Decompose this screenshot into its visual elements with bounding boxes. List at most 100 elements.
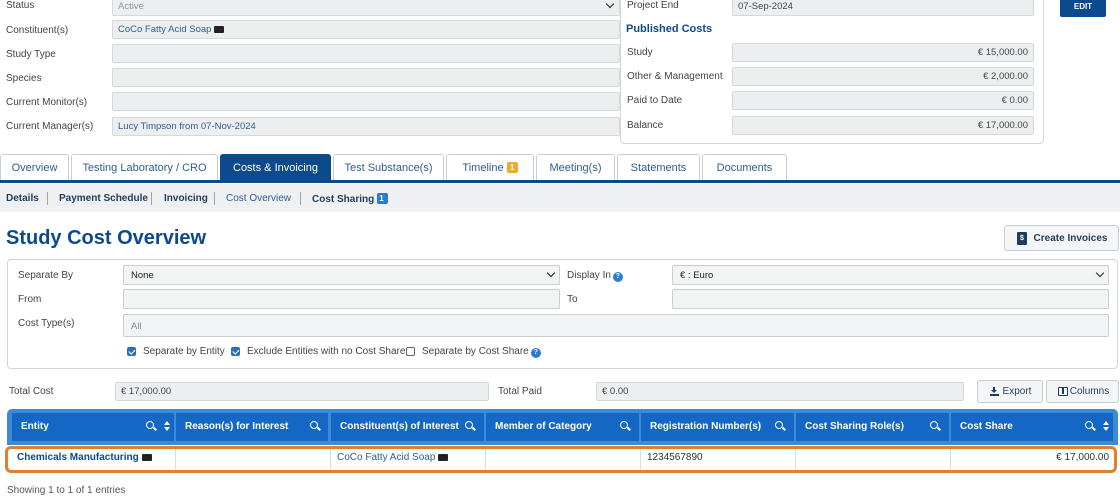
entity-link[interactable]: Chemicals Manufacturing: [17, 452, 139, 463]
column-header-label: Reason(s) for Interest: [185, 421, 289, 432]
to-label: To: [567, 294, 578, 305]
tab-label: Meeting(s): [549, 162, 602, 174]
study-type-field: [112, 44, 620, 63]
total-cost-label: Total Cost: [9, 386, 54, 397]
constituents-field[interactable]: CoCo Fatty Acid Soap: [112, 20, 620, 39]
cost-sharing-count-badge: 1: [377, 193, 389, 204]
exclude-entities-label: Exclude Entities with no Cost Share: [247, 346, 406, 357]
page-title: Study Cost Overview: [6, 227, 207, 249]
tab-meetings[interactable]: Meeting(s): [536, 154, 615, 181]
search-icon[interactable]: [310, 421, 318, 429]
constituents-value[interactable]: CoCo Fatty Acid Soap: [118, 24, 211, 35]
search-icon[interactable]: [465, 421, 473, 429]
column-divider: [485, 449, 486, 470]
tab-documents[interactable]: Documents: [702, 154, 787, 181]
tab-underline: [0, 180, 1120, 183]
column-header-constituents[interactable]: Constituent(s) of Interest: [331, 413, 484, 441]
help-icon[interactable]: ?: [530, 348, 541, 358]
separate-by-select[interactable]: None: [123, 265, 560, 285]
status-label: Status: [6, 0, 35, 11]
columns-label: Columns: [1069, 386, 1110, 397]
tab-testing-laboratory[interactable]: Testing Laboratory / CRO: [71, 154, 218, 181]
display-in-value: € : Euro: [680, 270, 714, 281]
laptop-icon: [438, 454, 449, 461]
balance-label: Balance: [627, 120, 664, 131]
tab-label: Costs & Invoicing: [233, 162, 318, 174]
sort-icon[interactable]: [1103, 421, 1109, 433]
create-invoices-button[interactable]: $ Create Invoices: [1004, 225, 1119, 251]
from-label: From: [18, 294, 42, 305]
tab-statements[interactable]: Statements: [617, 154, 700, 181]
to-date-input[interactable]: [672, 289, 1109, 309]
subnav-cost-overview[interactable]: Cost Overview: [226, 193, 291, 204]
column-header-label: Registration Number(s): [650, 421, 762, 432]
laptop-icon: [214, 26, 225, 33]
subnav-payment-schedule[interactable]: Payment Schedule: [59, 193, 148, 204]
column-header-reasons[interactable]: Reason(s) for Interest: [176, 413, 328, 441]
tab-costs-invoicing[interactable]: Costs & Invoicing: [220, 154, 331, 181]
export-label: Export: [1002, 386, 1032, 397]
display-in-select[interactable]: € : Euro: [672, 265, 1109, 285]
tab-label: Statements: [630, 162, 687, 174]
column-header-registration-numbers[interactable]: Registration Number(s): [641, 413, 794, 441]
search-icon[interactable]: [620, 421, 628, 429]
subnav-divider: [47, 192, 48, 205]
project-end-field: 07-Sep-2024: [732, 0, 1034, 16]
export-button[interactable]: Export: [977, 380, 1043, 403]
species-label: Species: [6, 73, 42, 84]
sort-icon[interactable]: [164, 421, 170, 433]
separate-by-label: Separate By: [18, 270, 74, 281]
tab-label: Testing Laboratory / CRO: [82, 162, 207, 174]
from-date-input[interactable]: [123, 289, 560, 309]
published-costs-heading: Published Costs: [626, 23, 713, 35]
column-header-member-of-category[interactable]: Member of Category: [486, 413, 639, 441]
current-manager-label: Current Manager(s): [6, 121, 94, 132]
column-divider: [795, 449, 796, 470]
column-header-entity[interactable]: Entity: [12, 413, 174, 441]
tab-label: Overview: [11, 162, 58, 174]
edit-button[interactable]: EDIT: [1060, 0, 1106, 17]
columns-icon: [1058, 387, 1068, 396]
tab-test-substances[interactable]: Test Substance(s): [333, 154, 444, 181]
project-end-label: Project End: [627, 0, 679, 11]
tab-label: Timeline: [462, 162, 504, 174]
column-header-label: Cost Sharing Role(s): [805, 421, 904, 432]
exclude-entities-checkbox[interactable]: [231, 347, 240, 356]
cost-types-select[interactable]: All: [123, 314, 1109, 337]
cost-types-label: Cost Type(s): [18, 318, 75, 329]
search-icon[interactable]: [930, 421, 938, 429]
paid-to-date-label: Paid to Date: [627, 95, 683, 106]
search-icon[interactable]: [775, 421, 783, 429]
status-select[interactable]: Active: [112, 0, 620, 16]
laptop-icon: [141, 454, 152, 461]
columns-button[interactable]: Columns: [1046, 380, 1119, 403]
column-divider: [175, 449, 176, 470]
subnav-cost-sharing[interactable]: Cost Sharing 1: [312, 193, 389, 205]
current-monitor-label: Current Monitor(s): [6, 97, 88, 108]
tab-overview[interactable]: Overview: [0, 154, 69, 181]
invoice-icon: $: [1017, 232, 1027, 245]
subnav-invoicing[interactable]: Invoicing: [164, 193, 208, 204]
tab-timeline[interactable]: Timeline 1: [446, 154, 534, 181]
separate-by-cost-share-text: Separate by Cost Share: [422, 346, 529, 357]
column-header-label: Entity: [21, 421, 49, 432]
status-value: Active: [118, 1, 144, 12]
species-field: [112, 68, 620, 87]
column-header-cost-share[interactable]: Cost Share: [951, 413, 1113, 441]
constituents-cell[interactable]: CoCo Fatty Acid Soap: [337, 452, 449, 463]
help-icon[interactable]: ?: [612, 272, 623, 282]
timeline-count-badge: 1: [506, 162, 518, 173]
search-icon[interactable]: [146, 421, 154, 429]
entity-cell[interactable]: Chemicals Manufacturing: [17, 452, 152, 463]
column-header-cost-sharing-roles[interactable]: Cost Sharing Role(s): [796, 413, 949, 441]
constituent-link[interactable]: CoCo Fatty Acid Soap: [337, 452, 435, 463]
subnav-details[interactable]: Details: [6, 193, 39, 204]
separate-by-cost-share-checkbox[interactable]: [406, 347, 415, 356]
separate-by-entity-checkbox[interactable]: [127, 347, 136, 356]
chevron-down-icon: [1095, 268, 1105, 278]
table-info: Showing 1 to 1 of 1 entries: [7, 485, 126, 496]
search-icon[interactable]: [1085, 421, 1093, 429]
other-management-label: Other & Management: [627, 71, 723, 82]
create-invoices-label: Create Invoices: [1033, 233, 1108, 244]
column-divider: [330, 449, 331, 470]
